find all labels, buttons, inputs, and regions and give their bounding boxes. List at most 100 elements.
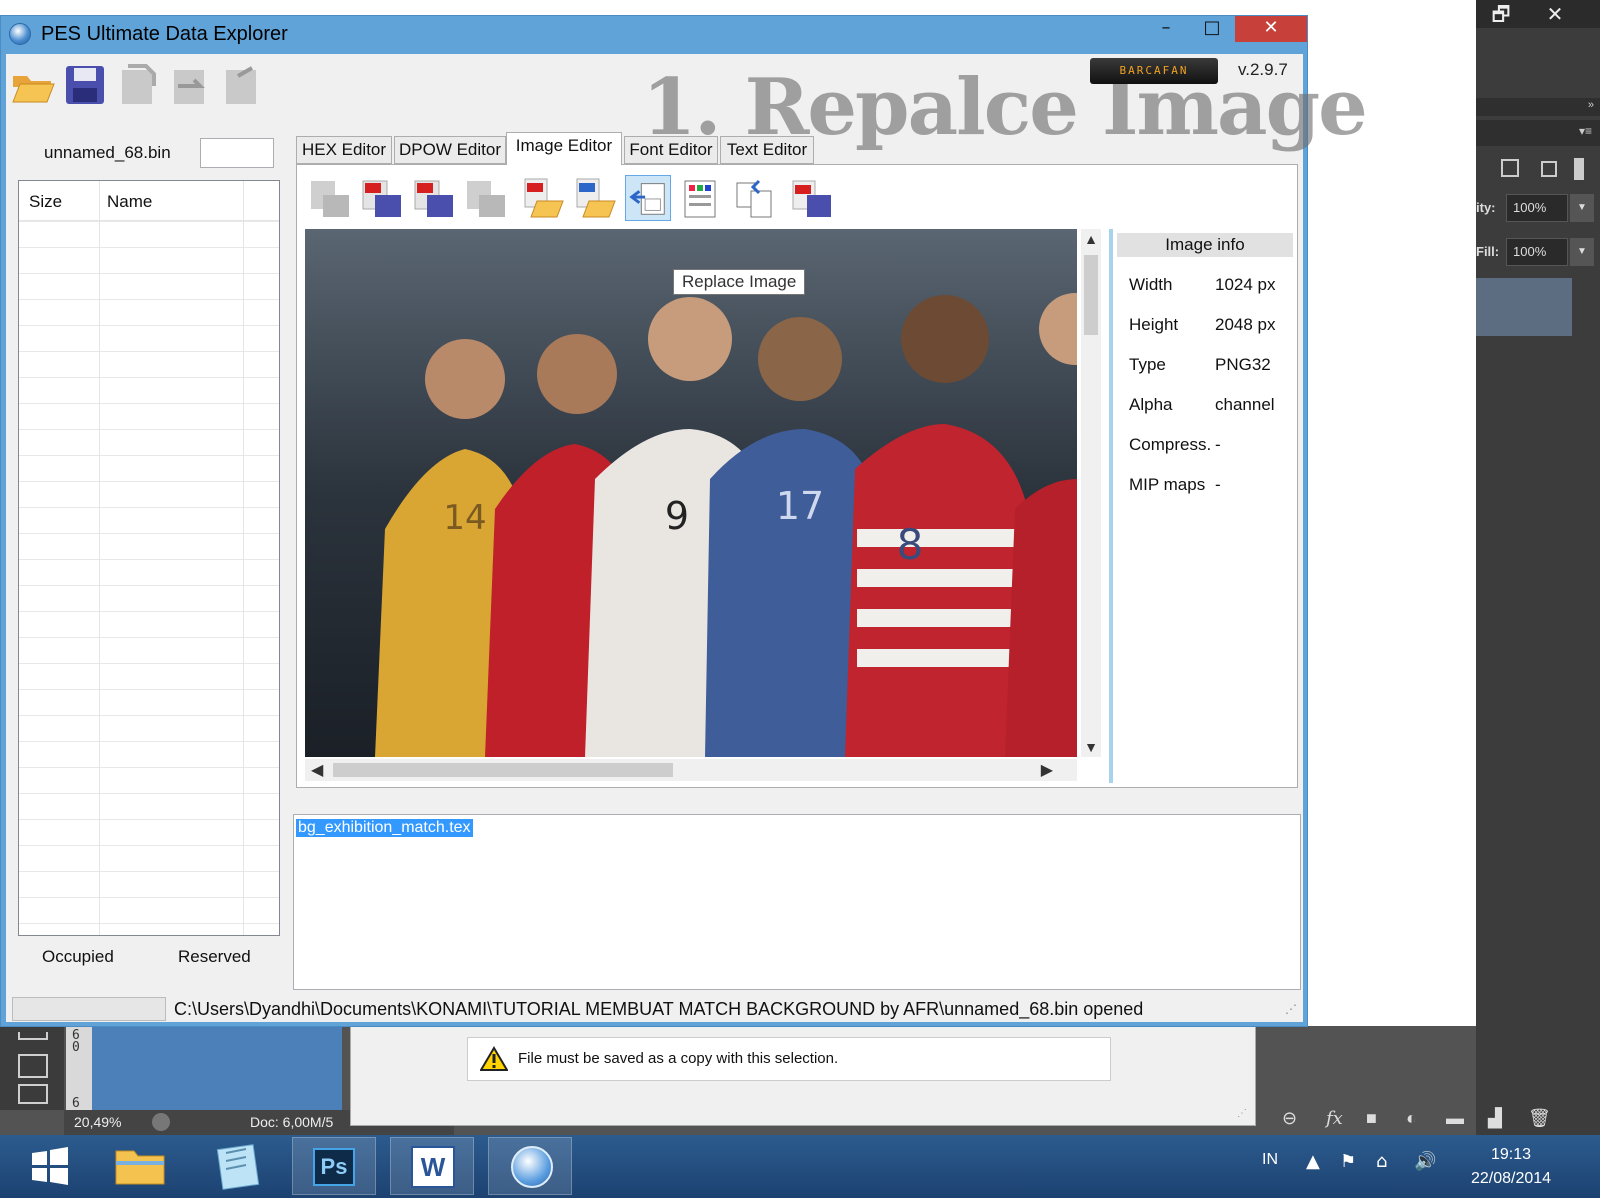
- info-value: PNG32: [1215, 355, 1271, 374]
- close-button[interactable]: ✕: [1235, 16, 1307, 42]
- resize-grip-icon[interactable]: ⋰: [1237, 1108, 1247, 1119]
- selected-layer[interactable]: [1476, 278, 1572, 336]
- panel-menu-bar[interactable]: ▾≡: [1476, 120, 1600, 146]
- tab-font-editor[interactable]: Font Editor: [624, 136, 718, 164]
- vertical-scrollbar[interactable]: ▲ ▼: [1081, 229, 1101, 757]
- window-client: 1. Repalce Image BARCAFAN v.2.9.7 unname…: [6, 54, 1368, 1022]
- jersey-number-9: 9: [665, 494, 689, 538]
- folder-icon: [115, 1150, 165, 1185]
- import-icon[interactable]: [166, 62, 212, 108]
- export-32bit-icon[interactable]: [411, 175, 457, 221]
- file-list-rows[interactable]: [19, 221, 279, 935]
- doc-info[interactable]: Doc: 6,00M/5: [250, 1110, 333, 1135]
- resize-grip-icon[interactable]: ⋰: [1285, 1002, 1297, 1016]
- texture-name-textbox[interactable]: bg_exhibition_match.tex: [293, 814, 1301, 990]
- horizontal-scrollbar[interactable]: ◀ ▶: [305, 759, 1077, 781]
- ruler: 6 0 6: [66, 1026, 92, 1110]
- zoom-level[interactable]: 20,49%: [74, 1110, 121, 1135]
- vertical-scroll-thumb[interactable]: [1084, 255, 1098, 335]
- scroll-right-icon[interactable]: ▶: [1041, 760, 1053, 780]
- link-layers-icon[interactable]: ⊖: [1282, 1108, 1297, 1129]
- opacity-dropdown-icon[interactable]: ▼: [1570, 194, 1594, 222]
- import-all-icon[interactable]: [789, 175, 835, 221]
- panel-menu-icon[interactable]: ▾≡: [1579, 124, 1592, 138]
- maximize-button[interactable]: □: [1189, 16, 1235, 42]
- info-value: -: [1215, 435, 1221, 454]
- open-folder-icon[interactable]: [10, 62, 56, 108]
- minimize-button[interactable]: –: [1143, 16, 1189, 42]
- image-preview[interactable]: 14 9 17 8: [305, 229, 1077, 757]
- clock-time: 19:13: [1490, 1146, 1532, 1163]
- fx-icon[interactable]: fx: [1326, 1108, 1343, 1129]
- title-bar[interactable]: PES Ultimate Data Explorer – □ ✕: [1, 16, 1307, 52]
- export-24bit-icon[interactable]: [359, 175, 405, 221]
- column-name[interactable]: Name: [107, 192, 152, 212]
- fill-dropdown-icon[interactable]: ▼: [1570, 238, 1594, 266]
- restore-button[interactable]: 🗗: [1476, 0, 1526, 28]
- screen-mode-icon[interactable]: [18, 1084, 48, 1104]
- word-icon: W: [411, 1146, 455, 1188]
- volume-icon[interactable]: 🔊: [1414, 1151, 1436, 1172]
- start-button[interactable]: [14, 1137, 84, 1195]
- adjustment-icon[interactable]: ◐: [1406, 1108, 1417, 1129]
- file-explorer-button[interactable]: [98, 1137, 182, 1195]
- file-list-header: Size Name: [19, 181, 279, 221]
- import-dds-icon[interactable]: [571, 175, 617, 221]
- file-list[interactable]: Size Name: [18, 180, 280, 936]
- tab-text-editor[interactable]: Text Editor: [720, 136, 814, 164]
- quick-mask-icon[interactable]: [18, 1054, 48, 1078]
- jersey-number-17: 17: [776, 484, 824, 528]
- selected-texture-name[interactable]: bg_exhibition_match.tex: [296, 819, 473, 837]
- palette-icon[interactable]: [677, 175, 723, 221]
- action-center-flag-icon[interactable]: ⚑: [1340, 1151, 1356, 1172]
- info-key: Height: [1129, 315, 1179, 334]
- save-icon[interactable]: [62, 62, 108, 108]
- extract-icon[interactable]: [218, 62, 264, 108]
- panel-collapse-bar[interactable]: »: [1476, 98, 1600, 116]
- language-indicator[interactable]: IN: [1262, 1151, 1278, 1169]
- status-menu-icon[interactable]: [152, 1113, 170, 1131]
- photoshop-button[interactable]: Ps: [292, 1137, 376, 1195]
- warning-icon: [480, 1046, 508, 1071]
- image-info-title: Image info: [1117, 233, 1293, 257]
- scroll-down-icon[interactable]: ▼: [1081, 739, 1101, 755]
- tab-hex-editor[interactable]: HEX Editor: [296, 136, 392, 164]
- progress-bar: [12, 997, 166, 1021]
- pes-explorer-icon: [511, 1146, 553, 1188]
- image-editor-panel: 14 9 17 8 Replace Image ▲ ▼ ◀ ▶ Image in…: [296, 164, 1298, 788]
- export-8bit-icon[interactable]: [307, 175, 353, 221]
- opacity-field[interactable]: 100%: [1506, 194, 1568, 222]
- version-label: v.2.9.7: [1238, 60, 1288, 79]
- layer-lock-icons[interactable]: [1500, 156, 1590, 182]
- new-layer-icon[interactable]: ▟: [1488, 1108, 1502, 1129]
- fill-field[interactable]: 100%: [1506, 238, 1568, 266]
- tab-dpow-editor[interactable]: DPOW Editor: [394, 136, 506, 164]
- group-icon[interactable]: ▬: [1446, 1108, 1464, 1129]
- column-size[interactable]: Size: [29, 192, 62, 212]
- export-icon[interactable]: [114, 62, 160, 108]
- copy-paste-icon[interactable]: [731, 175, 777, 221]
- show-hidden-icons[interactable]: ▲: [1306, 1151, 1320, 1172]
- tool-icon[interactable]: [18, 1032, 48, 1040]
- horizontal-scroll-thumb[interactable]: [333, 763, 673, 777]
- file-search-input[interactable]: [200, 138, 274, 168]
- info-value: channel: [1215, 395, 1275, 414]
- import-png-icon[interactable]: [519, 175, 565, 221]
- system-clock[interactable]: 19:13 22/08/2014: [1456, 1143, 1566, 1191]
- tab-image-editor[interactable]: Image Editor: [506, 132, 622, 165]
- info-value: 2048 px: [1215, 315, 1276, 334]
- warning-text: File must be saved as a copy with this s…: [518, 1050, 839, 1067]
- notepad-button[interactable]: [196, 1137, 280, 1195]
- close-button[interactable]: ✕: [1530, 0, 1580, 28]
- network-icon[interactable]: ⌂: [1376, 1151, 1387, 1172]
- word-button[interactable]: W: [390, 1137, 474, 1195]
- scroll-left-icon[interactable]: ◀: [311, 760, 323, 780]
- export-dds-icon[interactable]: [463, 175, 509, 221]
- document-canvas[interactable]: [92, 1026, 342, 1110]
- trash-icon[interactable]: 🗑: [1528, 1108, 1551, 1129]
- scroll-up-icon[interactable]: ▲: [1081, 231, 1101, 247]
- mask-icon[interactable]: ■: [1366, 1108, 1377, 1129]
- collapse-icon[interactable]: »: [1588, 99, 1594, 111]
- replace-image-icon[interactable]: [625, 175, 671, 221]
- pes-explorer-button[interactable]: [488, 1137, 572, 1195]
